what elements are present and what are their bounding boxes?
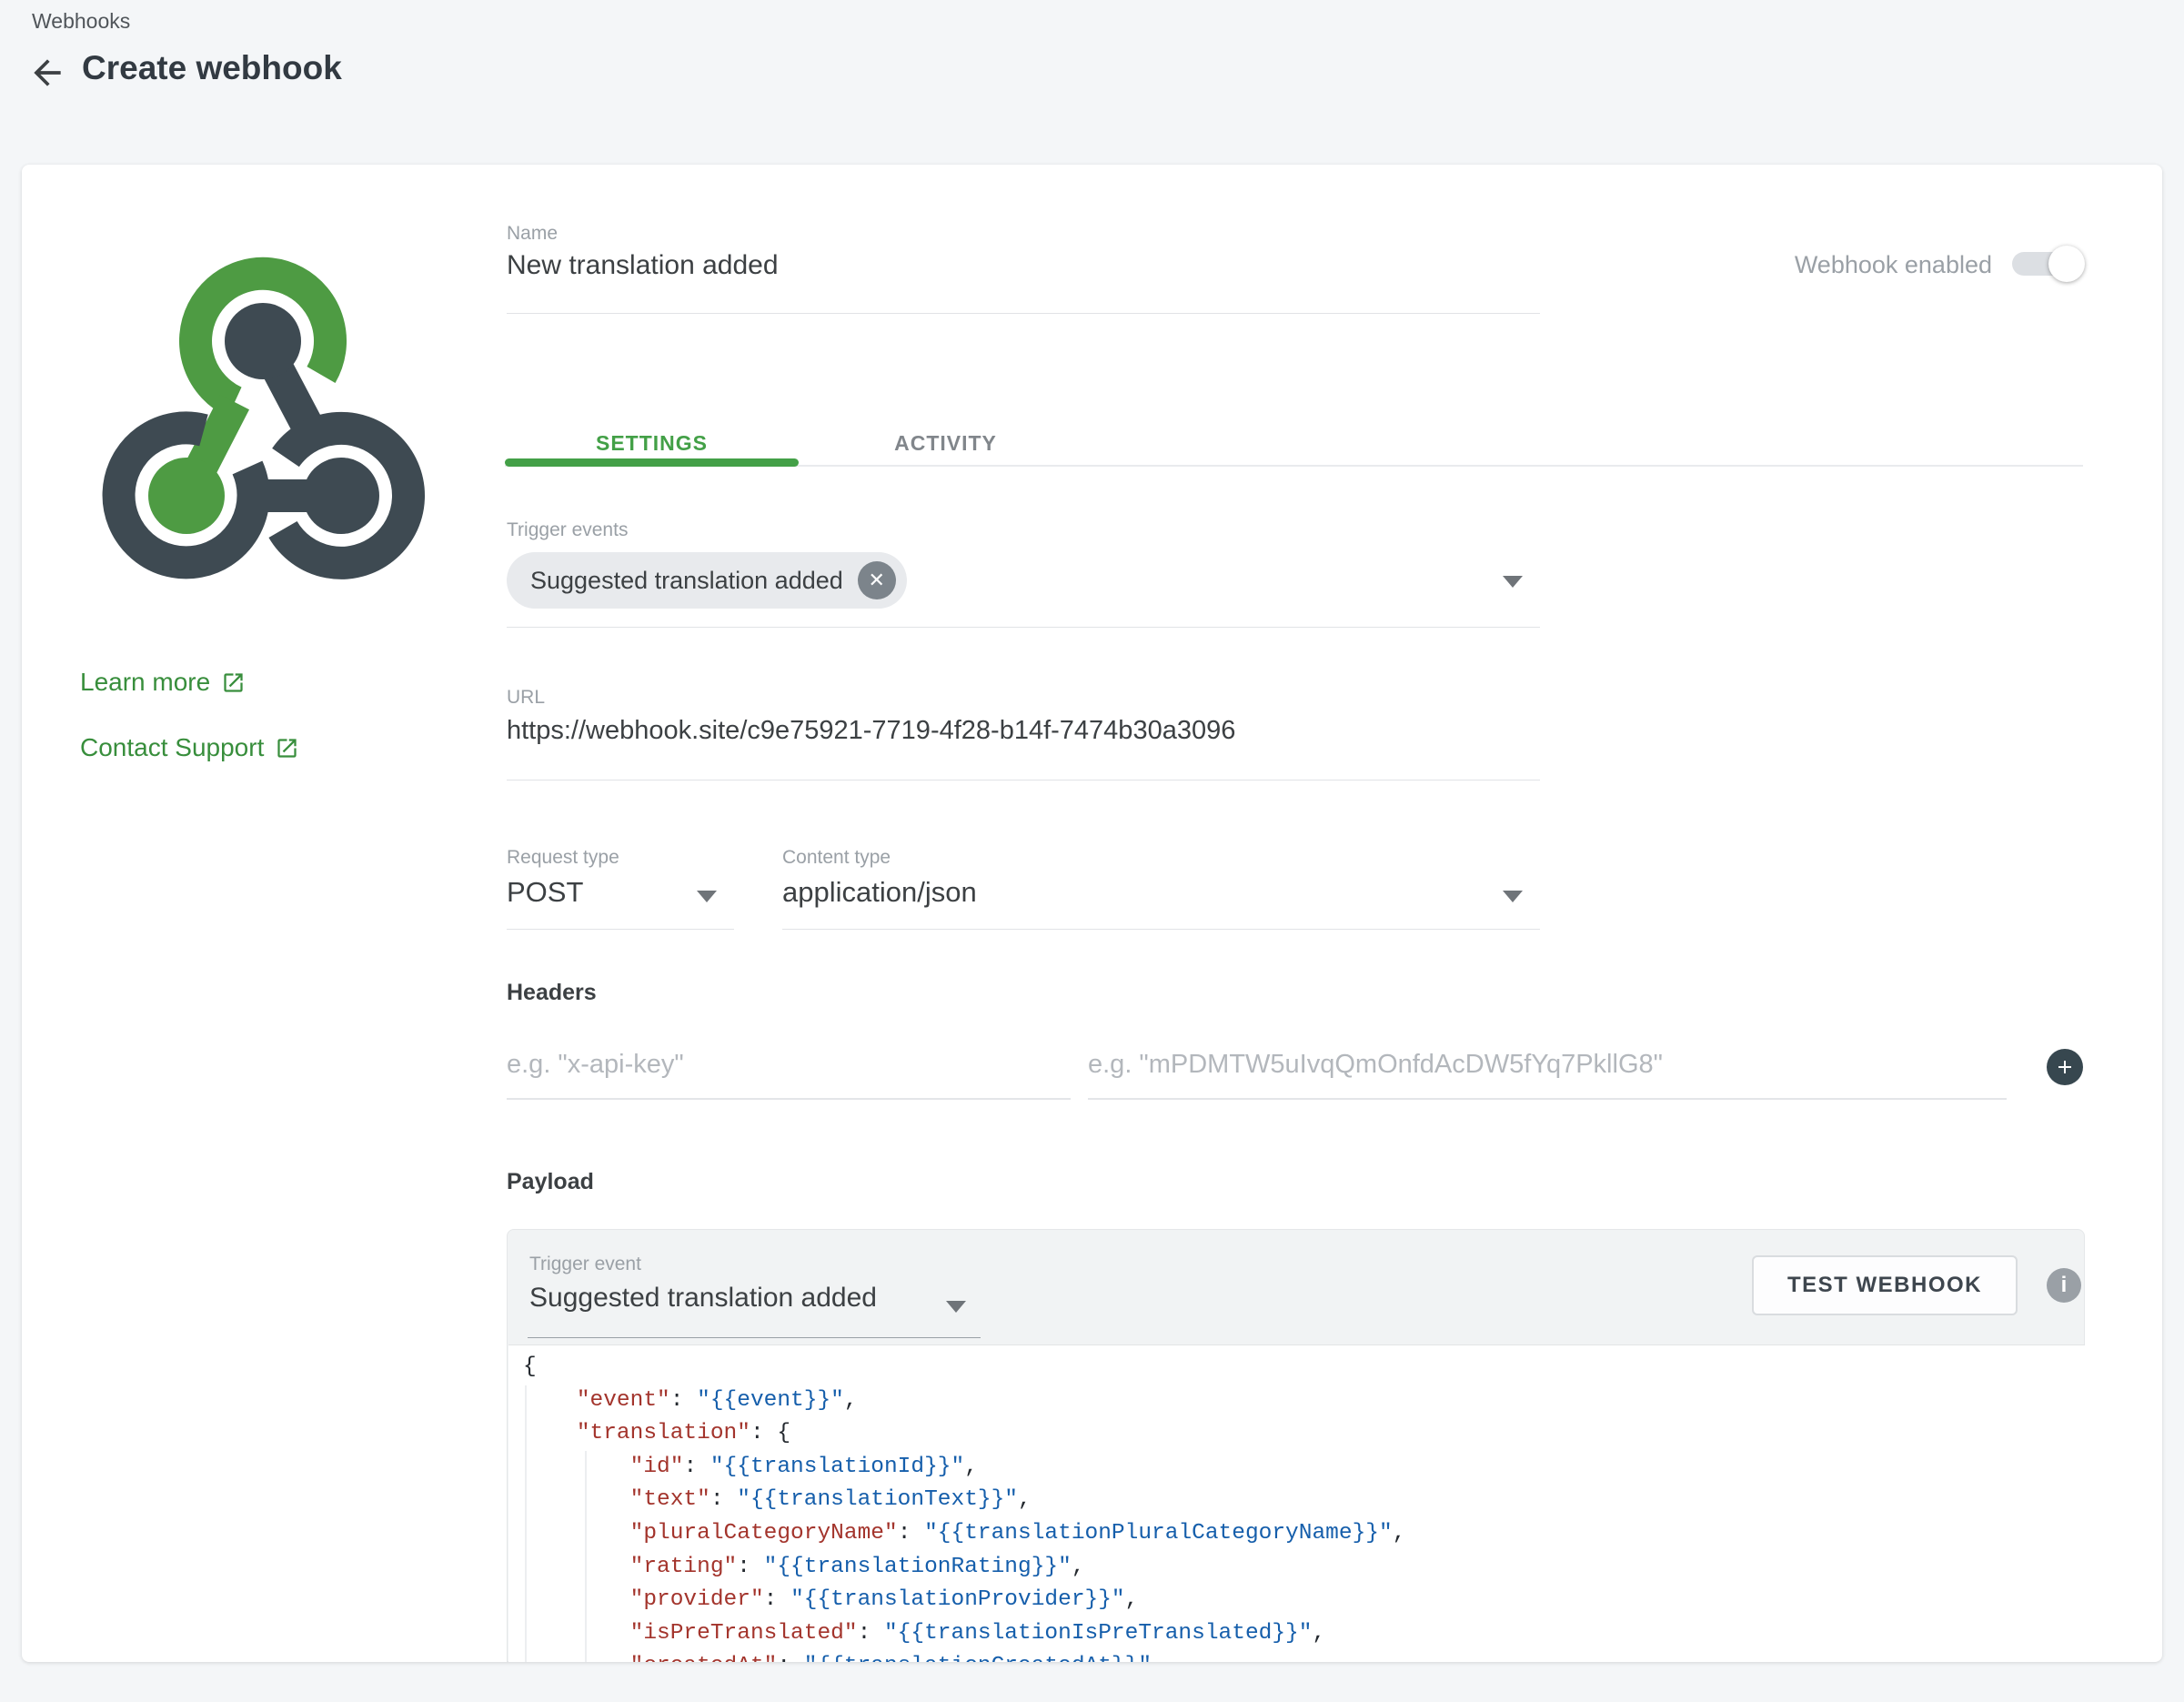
header-key-input[interactable] [507, 1031, 1071, 1100]
content-type-underline [782, 929, 1540, 930]
learn-more-label: Learn more [80, 668, 210, 697]
name-input[interactable] [507, 250, 1540, 281]
request-type-dropdown-icon[interactable] [697, 891, 717, 902]
trigger-events-dropdown-icon[interactable] [1503, 576, 1523, 588]
back-button[interactable] [27, 53, 67, 93]
payload-code-editor[interactable]: { "event": "{{event}}", "translation": {… [508, 1344, 2085, 1662]
payload-trigger-event-dropdown-icon[interactable] [946, 1301, 966, 1313]
trigger-events-label: Trigger events [507, 519, 628, 541]
remove-chip-button[interactable]: ✕ [858, 561, 896, 599]
info-icon[interactable]: i [2047, 1268, 2081, 1303]
request-type-underline [507, 929, 734, 930]
headers-title: Headers [507, 980, 597, 1006]
payload-title: Payload [507, 1169, 594, 1195]
breadcrumb[interactable]: Webhooks [32, 9, 130, 34]
url-label: URL [507, 687, 545, 709]
contact-support-label: Contact Support [80, 733, 264, 762]
plus-icon [2054, 1056, 2076, 1078]
page-title: Create webhook [82, 49, 342, 87]
external-link-icon [275, 736, 299, 760]
payload-trigger-event-label: Trigger event [529, 1254, 641, 1275]
name-underline [507, 313, 1540, 314]
contact-support-link[interactable]: Contact Support [80, 733, 299, 762]
url-underline [507, 780, 1540, 781]
active-tab-indicator [505, 458, 799, 467]
add-header-button[interactable] [2047, 1049, 2083, 1085]
webhook-form-card: Learn more Contact Support Name Webhook … [22, 165, 2162, 1662]
url-input[interactable] [507, 716, 1540, 746]
name-label: Name [507, 223, 558, 245]
tab-activity[interactable]: ACTIVITY [799, 431, 1092, 468]
request-type-select[interactable]: POST [507, 876, 583, 909]
create-webhook-page: Webhooks Create webhook Learn more [0, 0, 2184, 1702]
webhook-logo [80, 234, 446, 587]
toggle-knob [2048, 246, 2085, 282]
chip-label: Suggested translation added [530, 567, 843, 595]
payload-trigger-event-select[interactable]: Suggested translation added [529, 1283, 877, 1314]
payload-panel: Trigger event Suggested translation adde… [507, 1229, 2085, 1662]
header-value-input[interactable] [1088, 1031, 2007, 1100]
trigger-events-underline [507, 627, 1540, 628]
content-type-dropdown-icon[interactable] [1503, 891, 1523, 902]
learn-more-link[interactable]: Learn more [80, 668, 246, 697]
back-arrow-icon [27, 53, 67, 93]
webhook-enabled-toggle[interactable] [2012, 252, 2083, 276]
request-type-label: Request type [507, 847, 619, 869]
content-type-label: Content type [782, 847, 891, 869]
payload-trigger-event-underline [528, 1337, 981, 1338]
content-type-select[interactable]: application/json [782, 876, 977, 909]
test-webhook-button[interactable]: TEST WEBHOOK [1752, 1255, 2018, 1315]
webhook-enabled-label: Webhook enabled [1795, 251, 1992, 279]
external-link-icon [221, 670, 246, 695]
trigger-event-chip[interactable]: Suggested translation added ✕ [507, 552, 907, 609]
